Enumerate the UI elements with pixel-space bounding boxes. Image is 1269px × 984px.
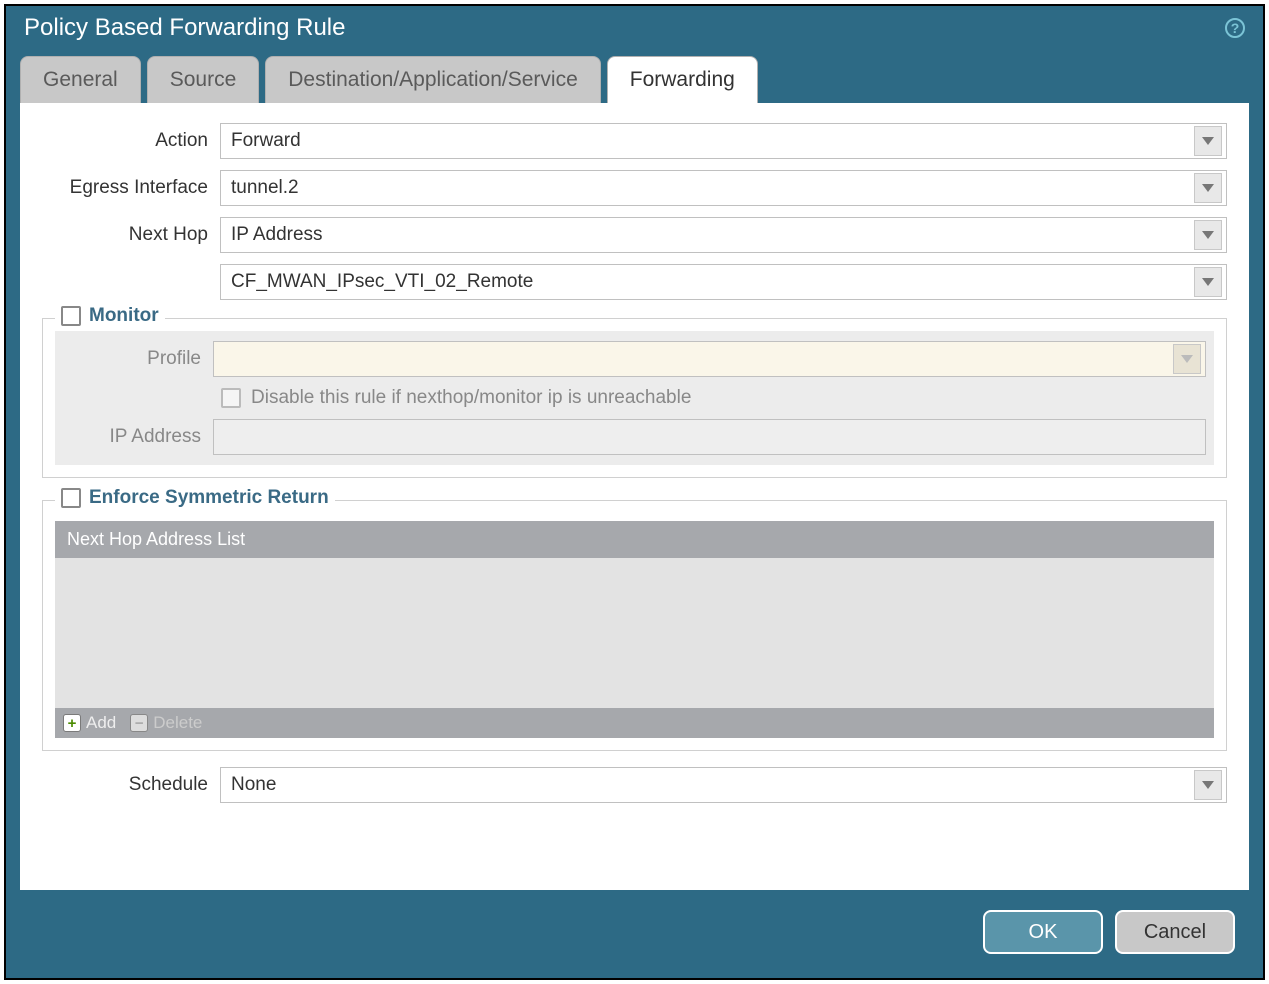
tab-strip: General Source Destination/Application/S… — [20, 56, 1249, 103]
nexthop-addr-value: CF_MWAN_IPsec_VTI_02_Remote — [231, 271, 533, 293]
schedule-label: Schedule — [42, 774, 220, 796]
symmetric-legend: Enforce Symmetric Return — [55, 487, 335, 509]
row-profile: Profile — [63, 341, 1206, 377]
egress-combo[interactable]: tunnel.2 — [220, 170, 1227, 206]
delete-label: Delete — [153, 713, 202, 733]
add-label: Add — [86, 713, 116, 733]
profile-label: Profile — [63, 348, 213, 370]
add-button[interactable]: + Add — [63, 713, 116, 733]
action-combo[interactable]: Forward — [220, 123, 1227, 159]
monitor-body: Profile Disable this rule if nexthop/mon… — [55, 331, 1214, 465]
monitor-legend-text: Monitor — [89, 305, 159, 327]
monitor-fieldset: Monitor Profile Disable this rule if nex… — [42, 318, 1227, 478]
egress-value: tunnel.2 — [231, 177, 299, 199]
dialog-window: Policy Based Forwarding Rule ? General S… — [4, 4, 1265, 980]
delete-button[interactable]: − Delete — [130, 713, 202, 733]
row-nexthop: Next Hop IP Address — [42, 217, 1227, 253]
egress-label: Egress Interface — [42, 177, 220, 199]
nexthop-label: Next Hop — [42, 224, 220, 246]
monitor-ip-label: IP Address — [63, 426, 213, 448]
schedule-value: None — [231, 774, 276, 796]
disable-rule-text: Disable this rule if nexthop/monitor ip … — [251, 387, 691, 409]
chevron-down-icon[interactable] — [1194, 220, 1222, 250]
row-monitor-ip: IP Address — [63, 419, 1206, 455]
cancel-button[interactable]: Cancel — [1115, 910, 1235, 954]
tab-source[interactable]: Source — [147, 56, 260, 103]
action-label: Action — [42, 130, 220, 152]
chevron-down-icon[interactable] — [1194, 126, 1222, 156]
tab-general[interactable]: General — [20, 56, 141, 103]
dialog-header: Policy Based Forwarding Rule ? — [6, 6, 1263, 56]
monitor-ip-input[interactable] — [213, 419, 1206, 455]
nexthop-combo[interactable]: IP Address — [220, 217, 1227, 253]
nexthop-addr-combo[interactable]: CF_MWAN_IPsec_VTI_02_Remote — [220, 264, 1227, 300]
plus-icon: + — [63, 714, 81, 732]
disable-rule-checkbox[interactable] — [221, 388, 241, 408]
tab-destination[interactable]: Destination/Application/Service — [265, 56, 601, 103]
chevron-down-icon[interactable] — [1194, 267, 1222, 297]
monitor-legend: Monitor — [55, 305, 165, 327]
dialog-title: Policy Based Forwarding Rule — [24, 14, 345, 42]
dialog-footer: OK Cancel — [6, 890, 1263, 978]
symmetric-checkbox[interactable] — [61, 488, 81, 508]
monitor-checkbox[interactable] — [61, 306, 81, 326]
row-schedule: Schedule None — [42, 767, 1227, 803]
nexthop-list-body[interactable] — [55, 558, 1214, 708]
symmetric-fieldset: Enforce Symmetric Return Next Hop Addres… — [42, 500, 1227, 751]
symmetric-legend-text: Enforce Symmetric Return — [89, 487, 329, 509]
chevron-down-icon[interactable] — [1194, 173, 1222, 203]
chevron-down-icon[interactable] — [1173, 344, 1201, 374]
nexthop-list-toolbar: + Add − Delete — [55, 708, 1214, 738]
row-disable-rule: Disable this rule if nexthop/monitor ip … — [63, 387, 1206, 409]
ok-button[interactable]: OK — [983, 910, 1103, 954]
nexthop-list: Next Hop Address List + Add − Delete — [55, 521, 1214, 738]
row-egress: Egress Interface tunnel.2 — [42, 170, 1227, 206]
nexthop-list-header: Next Hop Address List — [55, 521, 1214, 558]
help-icon[interactable]: ? — [1225, 18, 1245, 38]
nexthop-value: IP Address — [231, 224, 323, 246]
tab-content: Action Forward Egress Interface tunnel.2… — [20, 103, 1249, 890]
chevron-down-icon[interactable] — [1194, 770, 1222, 800]
row-nexthop-addr: CF_MWAN_IPsec_VTI_02_Remote — [42, 264, 1227, 300]
profile-combo[interactable] — [213, 341, 1206, 377]
minus-icon: − — [130, 714, 148, 732]
schedule-combo[interactable]: None — [220, 767, 1227, 803]
action-value: Forward — [231, 130, 301, 152]
tab-forwarding[interactable]: Forwarding — [607, 56, 758, 103]
row-action: Action Forward — [42, 123, 1227, 159]
